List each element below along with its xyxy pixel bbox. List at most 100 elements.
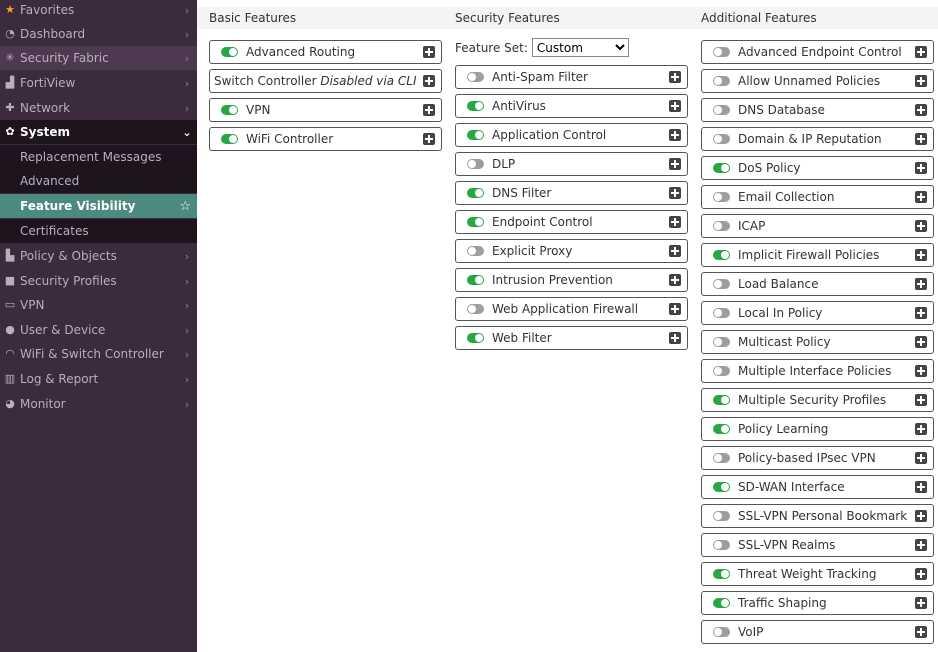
nav-item-favorites[interactable]: ★ Favorites › <box>0 0 197 22</box>
feature-web-application-firewall[interactable]: Web Application Firewall <box>455 297 688 321</box>
plus-icon[interactable] <box>669 245 681 257</box>
toggle-switch[interactable] <box>467 101 484 111</box>
toggle-switch[interactable] <box>713 105 730 115</box>
feature-icap[interactable]: ICAP <box>701 214 934 238</box>
feature-dlp[interactable]: DLP <box>455 152 688 176</box>
plus-icon[interactable] <box>669 187 681 199</box>
feature-multiple-security-profiles[interactable]: Multiple Security Profiles <box>701 388 934 412</box>
feature-web-filter[interactable]: Web Filter <box>455 326 688 350</box>
feature-local-in-policy[interactable]: Local In Policy <box>701 301 934 325</box>
toggle-switch[interactable] <box>467 130 484 140</box>
feature-dns-filter[interactable]: DNS Filter <box>455 181 688 205</box>
plus-icon[interactable] <box>423 104 435 116</box>
feature-wifi-controller[interactable]: WiFi Controller <box>209 127 442 151</box>
favorite-star-icon[interactable]: ☆ <box>179 199 191 214</box>
nav-item-dashboard[interactable]: ◔ Dashboard › <box>0 22 197 46</box>
nav-item-log-report[interactable]: ▥ Log & Report › <box>0 367 197 391</box>
plus-icon[interactable] <box>915 191 927 203</box>
plus-icon[interactable] <box>915 452 927 464</box>
plus-icon[interactable] <box>669 129 681 141</box>
feature-implicit-firewall-policies[interactable]: Implicit Firewall Policies <box>701 243 934 267</box>
toggle-switch[interactable] <box>713 163 730 173</box>
feature-voip[interactable]: VoIP <box>701 620 934 644</box>
nav-item-fortiview[interactable]: ▟ FortiView › <box>0 71 197 95</box>
feature-threat-weight-tracking[interactable]: Threat Weight Tracking <box>701 562 934 586</box>
feature-advanced-endpoint-control[interactable]: Advanced Endpoint Control <box>701 40 934 64</box>
plus-icon[interactable] <box>915 46 927 58</box>
feature-sd-wan-interface[interactable]: SD-WAN Interface <box>701 475 934 499</box>
plus-icon[interactable] <box>423 75 435 87</box>
feature-email-collection[interactable]: Email Collection <box>701 185 934 209</box>
feature-ssl-vpn-personal-bookmark[interactable]: SSL-VPN Personal Bookmark <box>701 504 934 528</box>
toggle-switch[interactable] <box>221 105 238 115</box>
nav-item-vpn[interactable]: ▭ VPN › <box>0 293 197 317</box>
nav-item-user-device[interactable]: ● User & Device › <box>0 318 197 342</box>
feature-endpoint-control[interactable]: Endpoint Control <box>455 210 688 234</box>
toggle-switch[interactable] <box>713 279 730 289</box>
feature-advanced-routing[interactable]: Advanced Routing <box>209 40 442 64</box>
feature-allow-unnamed-policies[interactable]: Allow Unnamed Policies <box>701 69 934 93</box>
toggle-switch[interactable] <box>467 217 484 227</box>
toggle-switch[interactable] <box>713 366 730 376</box>
feature-policy-based-ipsec-vpn[interactable]: Policy-based IPsec VPN <box>701 446 934 470</box>
plus-icon[interactable] <box>915 336 927 348</box>
feature-explicit-proxy[interactable]: Explicit Proxy <box>455 239 688 263</box>
toggle-switch[interactable] <box>713 569 730 579</box>
plus-icon[interactable] <box>915 104 927 116</box>
toggle-switch[interactable] <box>713 482 730 492</box>
nav-item-monitor[interactable]: ◕ Monitor › <box>0 392 197 416</box>
toggle-switch[interactable] <box>713 627 730 637</box>
feature-multicast-policy[interactable]: Multicast Policy <box>701 330 934 354</box>
plus-icon[interactable] <box>915 626 927 638</box>
toggle-switch[interactable] <box>713 221 730 231</box>
nav-item-system[interactable]: ✿ System ⌄ <box>0 120 197 144</box>
nav-item-network[interactable]: ✚ Network › <box>0 96 197 120</box>
feature-switch-controller[interactable]: Switch Controller Disabled via CLI <box>209 69 442 93</box>
plus-icon[interactable] <box>669 332 681 344</box>
toggle-switch[interactable] <box>713 540 730 550</box>
toggle-switch[interactable] <box>713 453 730 463</box>
plus-icon[interactable] <box>669 216 681 228</box>
feature-intrusion-prevention[interactable]: Intrusion Prevention <box>455 268 688 292</box>
plus-icon[interactable] <box>915 133 927 145</box>
plus-icon[interactable] <box>915 568 927 580</box>
nav-item-wifi-switch[interactable]: ◠ WiFi & Switch Controller › <box>0 342 197 366</box>
toggle-switch[interactable] <box>467 159 484 169</box>
sub-item-feature-visibility[interactable]: Feature Visibility ☆ <box>0 194 197 218</box>
toggle-switch[interactable] <box>221 47 238 57</box>
plus-icon[interactable] <box>915 539 927 551</box>
plus-icon[interactable] <box>915 481 927 493</box>
toggle-switch[interactable] <box>713 250 730 260</box>
feature-set-select[interactable]: Custom <box>531 38 629 57</box>
feature-traffic-shaping[interactable]: Traffic Shaping <box>701 591 934 615</box>
feature-dos-policy[interactable]: DoS Policy <box>701 156 934 180</box>
sub-item-advanced[interactable]: Advanced <box>0 169 197 193</box>
plus-icon[interactable] <box>915 75 927 87</box>
toggle-switch[interactable] <box>467 246 484 256</box>
feature-ssl-vpn-realms[interactable]: SSL-VPN Realms <box>701 533 934 557</box>
plus-icon[interactable] <box>669 158 681 170</box>
nav-item-security-fabric[interactable]: ✳ Security Fabric › <box>0 46 197 70</box>
feature-dns-database[interactable]: DNS Database <box>701 98 934 122</box>
plus-icon[interactable] <box>915 162 927 174</box>
toggle-switch[interactable] <box>713 134 730 144</box>
plus-icon[interactable] <box>915 365 927 377</box>
toggle-switch[interactable] <box>713 424 730 434</box>
plus-icon[interactable] <box>915 394 927 406</box>
feature-application-control[interactable]: Application Control <box>455 123 688 147</box>
toggle-switch[interactable] <box>467 304 484 314</box>
toggle-switch[interactable] <box>713 192 730 202</box>
toggle-switch[interactable] <box>221 134 238 144</box>
nav-item-policy-objects[interactable]: ▙ Policy & Objects › <box>0 244 197 268</box>
nav-item-security-profiles[interactable]: ■ Security Profiles › <box>0 269 197 293</box>
plus-icon[interactable] <box>915 510 927 522</box>
feature-vpn[interactable]: VPN <box>209 98 442 122</box>
feature-antivirus[interactable]: AntiVirus <box>455 94 688 118</box>
toggle-switch[interactable] <box>713 337 730 347</box>
plus-icon[interactable] <box>915 249 927 261</box>
plus-icon[interactable] <box>423 46 435 58</box>
feature-load-balance[interactable]: Load Balance <box>701 272 934 296</box>
plus-icon[interactable] <box>915 597 927 609</box>
plus-icon[interactable] <box>915 423 927 435</box>
toggle-switch[interactable] <box>713 598 730 608</box>
